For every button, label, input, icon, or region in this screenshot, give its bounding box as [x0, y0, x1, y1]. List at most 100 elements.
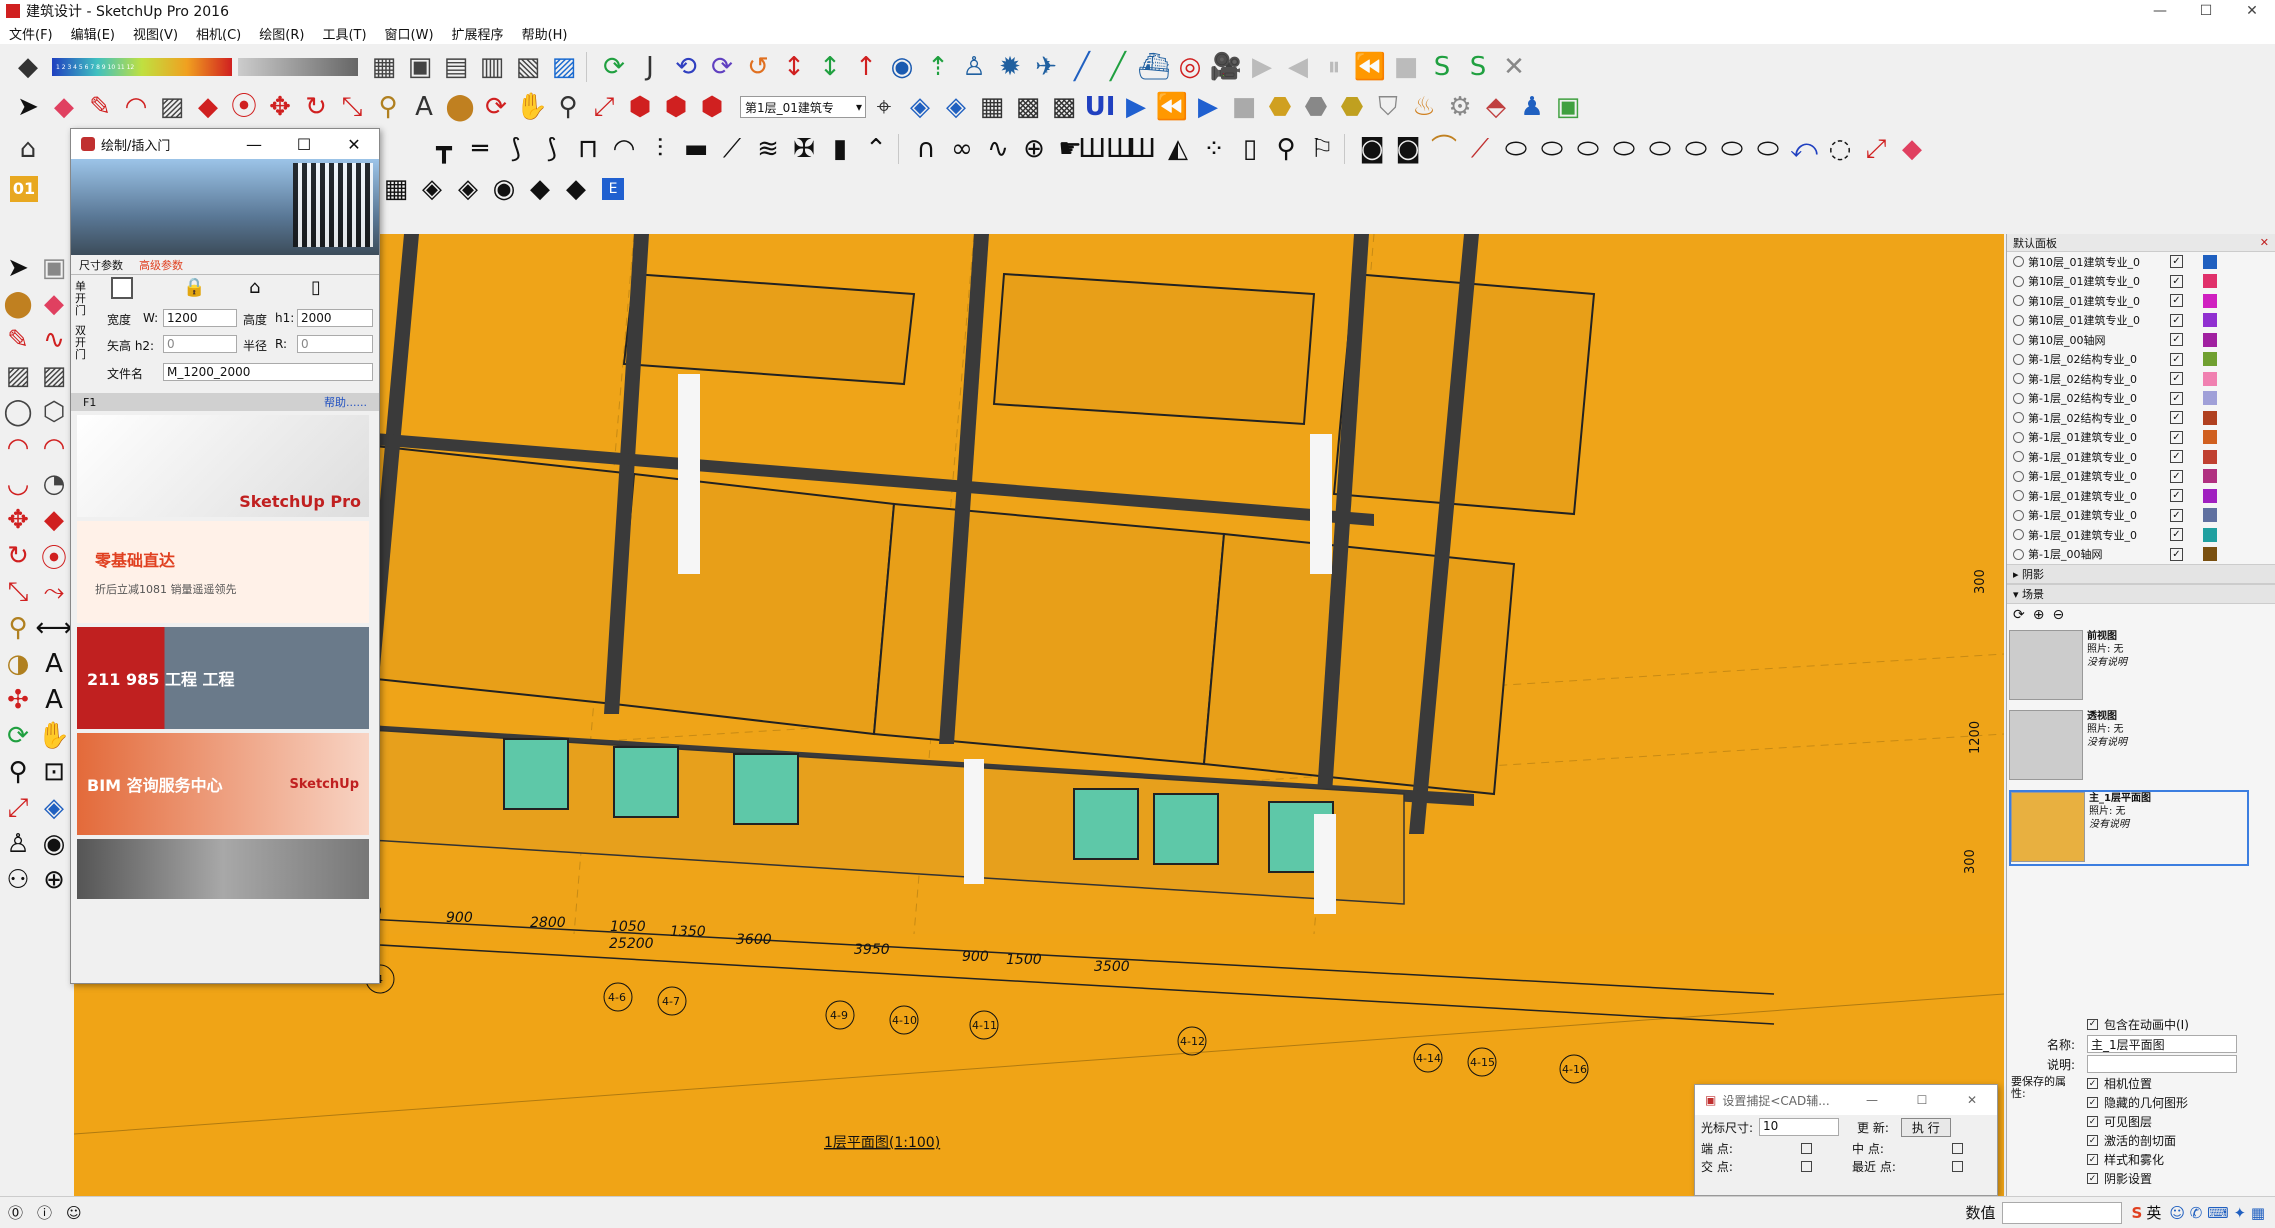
ime-mode[interactable]: 英 [2146, 1202, 2161, 1223]
midpoint-checkbox[interactable] [1952, 1142, 1963, 1154]
knife-icon[interactable]: ⟋ [1462, 131, 1498, 167]
tag-row[interactable]: 第-1层_01建筑专业_0 ✓ [2007, 467, 2275, 487]
door-type-arch-icon[interactable]: ⌂ [249, 277, 260, 298]
scale-tool-icon[interactable]: ⤡ [0, 574, 36, 610]
filename-input[interactable]: M_1200_2000 [163, 363, 373, 381]
tag-row[interactable]: 第10层_01建筑专业_0 ✓ [2007, 252, 2275, 272]
menu-help[interactable]: 帮助(H) [513, 24, 577, 43]
minimize-icon[interactable]: — [1847, 1093, 1897, 1107]
style-badge[interactable]: 01 [10, 176, 38, 202]
shape3-icon[interactable]: ⬭ [1570, 131, 1606, 167]
column-icon[interactable]: ▮ [822, 131, 858, 167]
tag-visible-checkbox[interactable]: ✓ [2170, 294, 2183, 308]
minimize-icon[interactable]: — [229, 135, 279, 154]
rail-icon[interactable]: ⫶ [642, 131, 678, 167]
gear-blue-icon[interactable]: ✹ [992, 49, 1028, 85]
stair2-icon[interactable]: ⟆ [534, 131, 570, 167]
zoomext-tool-icon[interactable]: ⤢ [0, 790, 36, 826]
tag-color-swatch[interactable] [2203, 449, 2217, 464]
layer-dropdown[interactable]: 第1层_01建筑专 ▾ [740, 96, 866, 118]
nearest-checkbox[interactable] [1952, 1160, 1963, 1172]
line-tool-icon[interactable]: ✎ [0, 322, 36, 358]
line-green-icon[interactable]: ╱ [1100, 49, 1136, 85]
close-icon[interactable]: ✕ [2260, 236, 2275, 249]
tile4-icon[interactable]: ◉ [486, 171, 522, 207]
freehand-tool-icon[interactable]: ∿ [36, 322, 72, 358]
walk-tool-icon[interactable]: ⚇ [0, 862, 36, 898]
rotate-tool-icon[interactable]: ↻ [0, 538, 36, 574]
ship-icon[interactable]: ⛴ [1136, 49, 1172, 85]
pin-icon[interactable]: ⇡ [920, 49, 956, 85]
door-icon[interactable]: ⊓ [570, 131, 606, 167]
tag-visible-checkbox[interactable]: ✓ [2170, 508, 2183, 522]
shape8-icon[interactable]: ⬭ [1750, 131, 1786, 167]
tag-row[interactable]: 第10层_01建筑专业_0 ✓ [2007, 291, 2275, 311]
minimize-icon[interactable]: — [2137, 0, 2183, 22]
box-gold-icon[interactable]: ⬣ [1262, 89, 1298, 125]
text-j-icon[interactable]: J [632, 49, 668, 85]
save-prop-checkbox[interactable]: ✓ [2087, 1078, 2098, 1089]
beam-icon[interactable]: ┳ [426, 131, 462, 167]
arc-icon[interactable]: ◠ [118, 89, 154, 125]
top-view-icon[interactable]: ▤ [438, 49, 474, 85]
tag-visible-checkbox[interactable]: ✓ [2170, 528, 2183, 542]
position-tool-icon[interactable]: ♙ [0, 826, 36, 862]
play-icon[interactable]: ▶ [1244, 49, 1280, 85]
tag-color-swatch[interactable] [2203, 371, 2217, 386]
door-type-lock-icon[interactable]: 🔒 [183, 277, 205, 298]
user-icon[interactable]: ☺ [66, 1204, 82, 1222]
iso-view-icon[interactable]: ▣ [402, 49, 438, 85]
close-x-icon[interactable]: ✕ [1496, 49, 1532, 85]
close-icon[interactable]: ✕ [329, 135, 379, 154]
active-tag-radio[interactable] [2013, 314, 2024, 326]
component-icon[interactable]: ▦ [366, 49, 402, 85]
followme-tool-icon[interactable]: ⦿ [36, 538, 72, 574]
bar-icon[interactable]: ▯ [1232, 131, 1268, 167]
tape-icon[interactable]: ⚲ [370, 89, 406, 125]
green-badge-icon[interactable]: ▣ [1550, 89, 1586, 125]
paint-tool-icon[interactable]: ⬤ [0, 286, 36, 322]
dimension-tool-icon[interactable]: ⟷ [35, 610, 72, 646]
front-view-icon[interactable]: ▥ [474, 49, 510, 85]
select-icon[interactable]: ➤ [10, 89, 46, 125]
tag-visible-checkbox[interactable]: ✓ [2170, 469, 2183, 483]
slab-icon[interactable]: ▬ [678, 131, 714, 167]
zoomwin-tool-icon[interactable]: ⊡ [36, 754, 72, 790]
undo-orange-icon[interactable]: ↺ [740, 49, 776, 85]
tag-row[interactable]: 第-1层_01建筑专业_0 ✓ [2007, 486, 2275, 506]
tag-row[interactable]: 第-1层_02结构专业_0 ✓ [2007, 389, 2275, 409]
rotrect-tool-icon[interactable]: ▨ [36, 358, 72, 394]
arrow-up-icon[interactable]: ↑ [848, 49, 884, 85]
protractor-tool-icon[interactable]: ◑ [0, 646, 36, 682]
shadow-section[interactable]: ▸ 阴影 [2007, 564, 2275, 584]
endpoint-checkbox[interactable] [1801, 1142, 1812, 1154]
arc3-tool-icon[interactable]: ◡ [0, 466, 36, 502]
menu-tools[interactable]: 工具(T) [313, 24, 375, 43]
tag-visible-checkbox[interactable]: ✓ [2170, 391, 2183, 405]
scenes-section[interactable]: ▾ 场景 [2007, 584, 2275, 604]
tool-red-icon[interactable]: ⤢ [1858, 131, 1894, 167]
menu-camera[interactable]: 相机(C) [187, 24, 250, 43]
comb-icon[interactable]: ШШ [1078, 131, 1134, 167]
move-up-icon[interactable]: ↕ [776, 49, 812, 85]
height-input[interactable]: 2000 [297, 309, 373, 327]
shield-icon[interactable]: ⛉ [1370, 89, 1406, 125]
info-icon[interactable]: ⓘ [37, 1202, 52, 1223]
stop-gray-icon[interactable]: ■ [1226, 89, 1262, 125]
wall-icon[interactable]: ═ [462, 131, 498, 167]
shape4-icon[interactable]: ⬭ [1606, 131, 1642, 167]
scale-icon[interactable]: ⤡ [334, 89, 370, 125]
tag-visible-checkbox[interactable]: ✓ [2170, 313, 2183, 327]
save-prop-checkbox[interactable]: ✓ [2087, 1135, 2098, 1146]
right-view-icon[interactable]: ▧ [510, 49, 546, 85]
pan-icon[interactable]: ✋ [514, 89, 550, 125]
lamp-icon[interactable]: ⚐ [1304, 131, 1340, 167]
active-tag-radio[interactable] [2013, 490, 2024, 502]
execute-button[interactable]: 执 行 [1900, 1117, 1951, 1137]
tag-row[interactable]: 第-1层_02结构专业_0 ✓ [2007, 350, 2275, 370]
rotate-green-icon[interactable]: ⟳ [596, 49, 632, 85]
maximize-icon[interactable]: ☐ [2183, 0, 2229, 22]
menu-window[interactable]: 窗口(W) [376, 24, 443, 43]
close-icon[interactable]: ✕ [1947, 1093, 1997, 1107]
tag-row[interactable]: 第-1层_01建筑专业_0 ✓ [2007, 447, 2275, 467]
